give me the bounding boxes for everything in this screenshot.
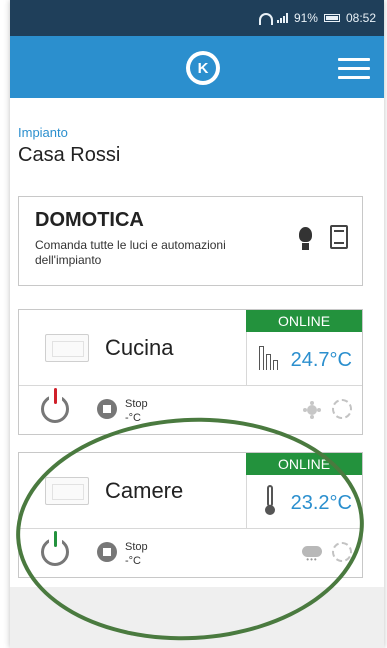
battery-percent: 91% — [293, 11, 318, 25]
status-time: 08:52 — [345, 11, 376, 25]
blind-icon — [330, 225, 348, 249]
mode-info: Stop -°C — [125, 397, 148, 426]
room-card-camere[interactable]: Camere ONLINE 23.2°C Stop -°C ••• — [18, 452, 363, 578]
room-temperature: 24.7°C — [290, 349, 352, 371]
thermometer-icon — [265, 485, 275, 517]
battery-icon — [323, 14, 340, 22]
device-frame: 91% 08:52 K Impianto Casa Rossi DOMOTICA… — [0, 0, 387, 648]
domotica-card[interactable]: DOMOTICA Comanda tutte le luci e automaz… — [18, 196, 363, 286]
sun-icon — [302, 400, 322, 420]
signal-icon — [276, 13, 288, 23]
mode-label: Stop — [125, 541, 148, 553]
hamburger-menu-icon[interactable] — [338, 58, 370, 80]
power-icon[interactable] — [41, 531, 69, 566]
plant-name: Casa Rossi — [18, 144, 121, 166]
setpoint-label: -°C — [125, 412, 142, 425]
setpoint-label: -°C — [125, 555, 142, 568]
sync-icon[interactable] — [332, 399, 352, 419]
status-badge: ONLINE — [246, 310, 362, 332]
room-name: Cucina — [105, 335, 174, 360]
mode-label: Stop — [125, 398, 148, 410]
stop-icon[interactable] — [97, 399, 117, 419]
room-name: Camere — [105, 478, 184, 503]
wifi-icon — [257, 13, 273, 25]
room-header: Camere ONLINE 23.2°C — [19, 453, 362, 529]
logo-mark: K — [190, 55, 216, 81]
status-bar: 91% 08:52 — [10, 0, 384, 36]
status-badge: ONLINE — [246, 453, 362, 475]
room-reading: 24.7°C — [246, 332, 362, 386]
room-temperature: 23.2°C — [290, 492, 352, 514]
room-header: Cucina ONLINE 24.7°C — [19, 310, 362, 386]
brand-logo[interactable]: K — [186, 51, 220, 85]
room-thumbnail — [45, 334, 89, 362]
room-thumbnail — [45, 477, 89, 505]
lightbulb-icon — [298, 227, 314, 253]
power-icon[interactable] — [41, 388, 69, 423]
sync-icon[interactable] — [332, 542, 352, 562]
room-card-cucina[interactable]: Cucina ONLINE 24.7°C Stop -°C — [18, 309, 363, 435]
rain-cloud-icon: ••• — [302, 543, 322, 564]
app-header: K — [10, 36, 384, 98]
footer-area — [10, 587, 384, 648]
domotica-description: Comanda tutte le luci e automazioni dell… — [35, 238, 226, 267]
room-controls: Stop -°C ••• — [19, 529, 362, 578]
room-controls: Stop -°C — [19, 386, 362, 435]
mode-info: Stop -°C — [125, 540, 148, 569]
stop-icon[interactable] — [97, 542, 117, 562]
plant-caption: Impianto — [18, 125, 68, 140]
room-reading: 23.2°C — [246, 475, 362, 529]
plant-header: Impianto Casa Rossi — [18, 125, 120, 167]
level-bars-icon — [259, 346, 279, 370]
